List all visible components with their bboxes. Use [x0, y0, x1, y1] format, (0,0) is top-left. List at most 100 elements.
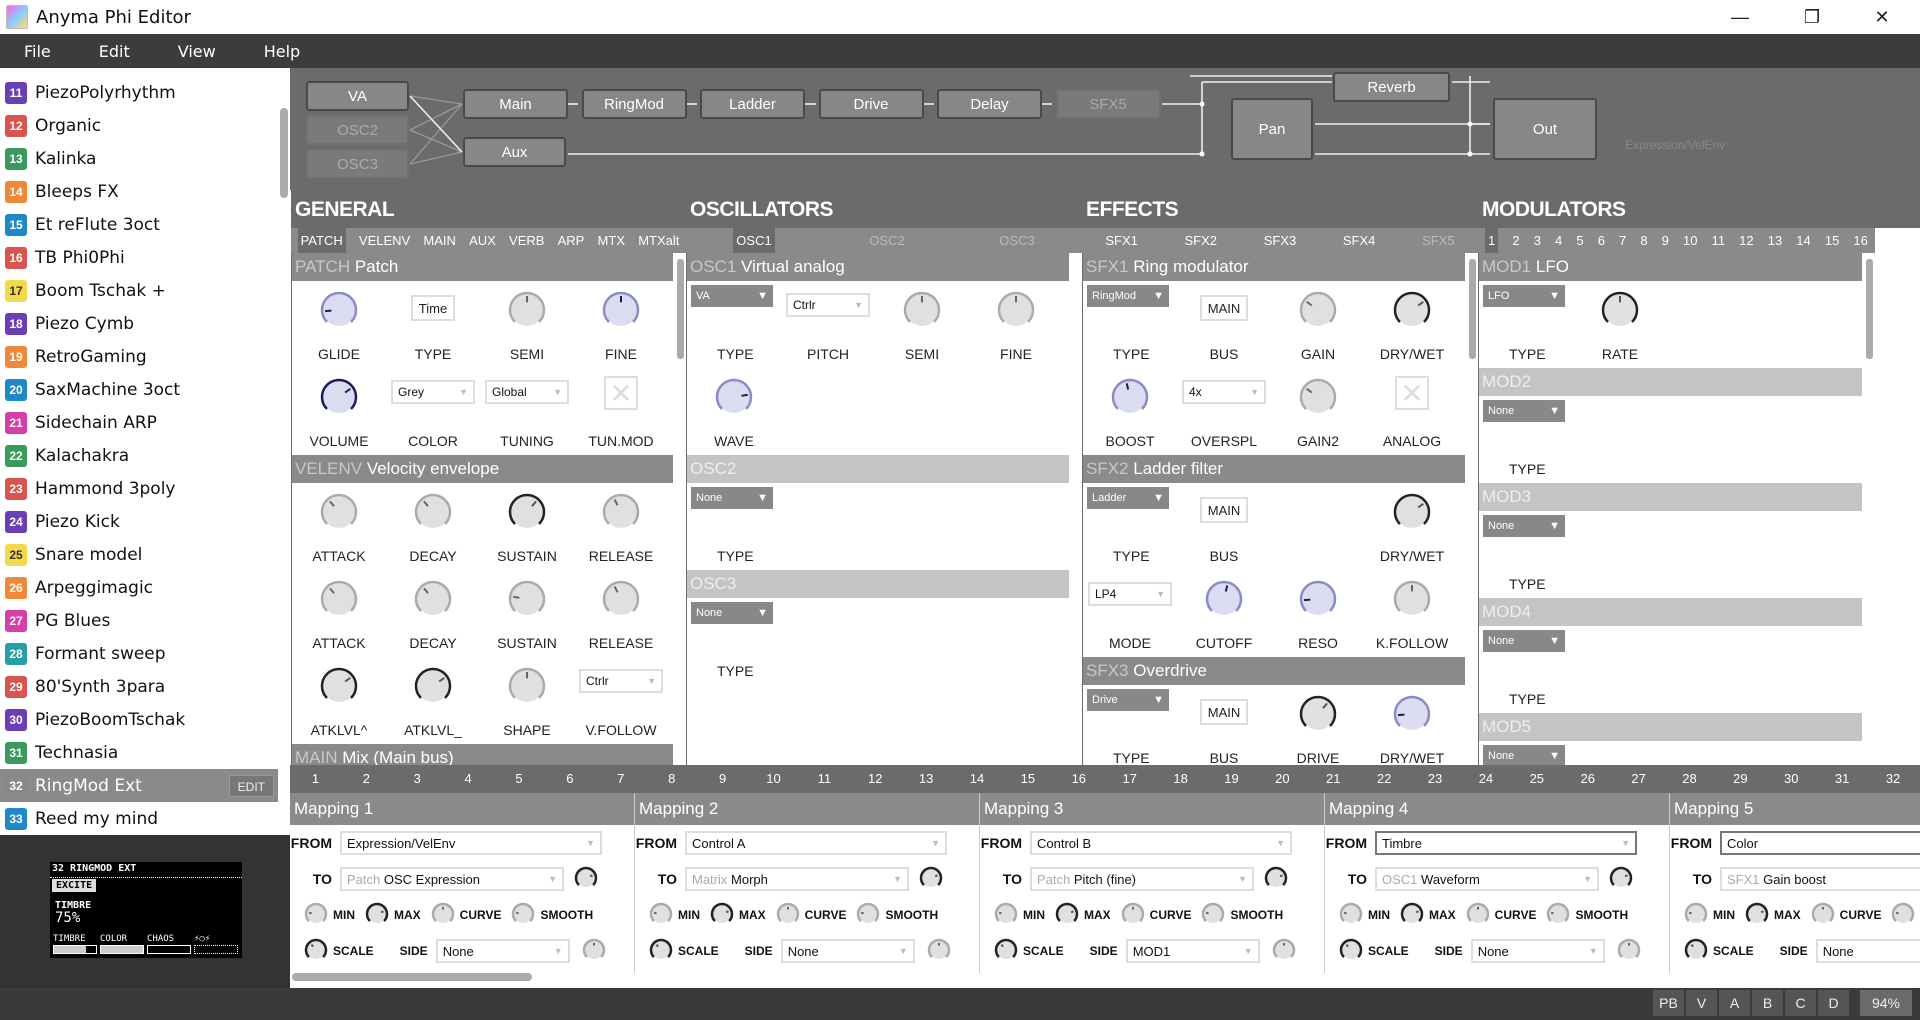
mapping-number-tab[interactable]: 22	[1359, 765, 1410, 793]
toggle-button[interactable]: MAIN	[1199, 295, 1249, 321]
mapping-number-tab[interactable]: 13	[901, 765, 952, 793]
route-reverb[interactable]: Reverb	[1333, 72, 1450, 102]
mapping-number-tab[interactable]: 2	[341, 765, 392, 793]
dropdown-select[interactable]: 4x ▼	[1182, 380, 1266, 404]
mapping-number-tab[interactable]: 16	[1053, 765, 1104, 793]
knob[interactable]	[1297, 693, 1339, 740]
patch-list-item[interactable]: 17 Boom Tschak +	[0, 274, 278, 307]
min-knob[interactable]	[1682, 900, 1710, 931]
max-knob[interactable]	[708, 900, 736, 931]
type-select[interactable]: VA ▼	[691, 285, 773, 307]
tab-sfx1[interactable]: SFX1	[1105, 233, 1138, 248]
mapping-number-tab[interactable]: 7	[595, 765, 646, 793]
close-icon[interactable]: ✕	[1852, 0, 1912, 34]
patch-list-item[interactable]: 24 Piezo Kick	[0, 505, 278, 538]
type-select[interactable]: None ▼	[1483, 745, 1565, 765]
knob[interactable]	[506, 491, 548, 538]
side-select[interactable]: None ▼	[435, 939, 570, 963]
mappings-horizontal-scrollbar[interactable]	[292, 973, 532, 981]
amount-knob[interactable]	[1262, 864, 1290, 895]
mapping-number-tab[interactable]: 5	[494, 765, 545, 793]
patch-list-item[interactable]: 33 Reed my mind	[0, 802, 278, 835]
knob[interactable]	[600, 289, 642, 336]
panel-scrollbar[interactable]	[1469, 259, 1476, 359]
side-select[interactable]: MOD1 ▼	[1125, 939, 1260, 963]
dropdown-select[interactable]: Ctrlr ▼	[579, 669, 663, 693]
mapping-number-tab[interactable]: 9	[697, 765, 748, 793]
knob[interactable]	[1297, 578, 1339, 625]
curve-knob[interactable]	[429, 900, 457, 931]
patch-list-item[interactable]: 16 TB Phi0Phi	[0, 241, 278, 274]
knob[interactable]	[600, 491, 642, 538]
curve-knob[interactable]	[1119, 900, 1147, 931]
side-knob[interactable]	[925, 936, 953, 967]
patch-list-item[interactable]: 18 Piezo Cymb	[0, 307, 278, 340]
tab-3[interactable]: 3	[1534, 233, 1541, 248]
side-select[interactable]: None ▼	[780, 939, 915, 963]
tab-16[interactable]: 16	[1853, 233, 1867, 248]
tab-1[interactable]: 1	[1485, 228, 1499, 253]
tab-patch[interactable]: PATCH	[297, 228, 346, 253]
mapping-number-tab[interactable]: 3	[392, 765, 443, 793]
mapping-number-tab[interactable]: 28	[1664, 765, 1715, 793]
mapping-number-tab[interactable]: 23	[1410, 765, 1461, 793]
route-pan[interactable]: Pan	[1231, 98, 1313, 160]
patch-list-item[interactable]: 25 Snare model	[0, 538, 278, 571]
from-select[interactable]: Expression/VelEnv ▼	[340, 831, 602, 855]
route-aux[interactable]: Aux	[463, 137, 566, 167]
amount-knob[interactable]	[1607, 864, 1635, 895]
mapping-number-tab[interactable]: 8	[646, 765, 697, 793]
max-knob[interactable]	[1398, 900, 1426, 931]
patch-list-item[interactable]: 31 Technasia	[0, 736, 278, 769]
panel-scrollbar[interactable]	[1866, 259, 1873, 359]
side-knob[interactable]	[1270, 936, 1298, 967]
scale-knob[interactable]	[647, 936, 675, 967]
dropdown-select[interactable]: Ctrlr ▼	[786, 293, 870, 317]
type-select[interactable]: None ▼	[691, 487, 773, 509]
scale-knob[interactable]	[992, 936, 1020, 967]
min-knob[interactable]	[992, 900, 1020, 931]
knob[interactable]	[318, 665, 360, 712]
mapping-number-tab[interactable]: 10	[748, 765, 799, 793]
knob[interactable]	[412, 578, 454, 625]
tab-sfx5[interactable]: SFX5	[1422, 233, 1455, 248]
patch-list-item[interactable]: 28 Formant sweep	[0, 637, 278, 670]
mapping-number-tab[interactable]: 11	[799, 765, 850, 793]
amount-knob[interactable]	[572, 864, 600, 895]
knob[interactable]	[506, 578, 548, 625]
tab-13[interactable]: 13	[1768, 233, 1782, 248]
knob[interactable]	[1391, 693, 1433, 740]
zoom-level[interactable]: 94%	[1860, 990, 1912, 1016]
knob[interactable]	[995, 289, 1037, 336]
route-chain-ladder[interactable]: Ladder	[700, 89, 805, 119]
type-select[interactable]: None ▼	[1483, 630, 1565, 652]
knob[interactable]	[318, 491, 360, 538]
from-select[interactable]: Control A ▼	[685, 831, 947, 855]
curve-knob[interactable]	[774, 900, 802, 931]
mapping-number-tab[interactable]: 17	[1104, 765, 1155, 793]
knob[interactable]	[1109, 376, 1151, 423]
tab-9[interactable]: 9	[1662, 233, 1669, 248]
patch-list-item[interactable]: 23 Hammond 3poly	[0, 472, 278, 505]
patch-list-item[interactable]: 26 Arpeggimagic	[0, 571, 278, 604]
tab-8[interactable]: 8	[1640, 233, 1647, 248]
max-knob[interactable]	[1743, 900, 1771, 931]
route-source-osc2[interactable]: OSC2	[306, 115, 409, 145]
route-chain-sfx5[interactable]: SFX5	[1055, 89, 1161, 119]
knob[interactable]	[1297, 289, 1339, 336]
patch-list-scrollbar[interactable]	[280, 108, 288, 198]
menu-edit[interactable]: Edit	[75, 42, 154, 61]
mapping-number-tab[interactable]: 15	[1002, 765, 1053, 793]
knob[interactable]	[318, 578, 360, 625]
patch-list-item[interactable]: 19 RetroGaming	[0, 340, 278, 373]
smooth-knob[interactable]	[509, 900, 537, 931]
min-knob[interactable]	[302, 900, 330, 931]
knob[interactable]	[412, 491, 454, 538]
knob[interactable]	[1599, 289, 1641, 336]
patch-list-item[interactable]: 29 80'Synth 3para	[0, 670, 278, 703]
min-knob[interactable]	[647, 900, 675, 931]
type-select[interactable]: None ▼	[1483, 515, 1565, 537]
mapping-number-tab[interactable]: 18	[1155, 765, 1206, 793]
tab-6[interactable]: 6	[1598, 233, 1605, 248]
side-knob[interactable]	[580, 936, 608, 967]
